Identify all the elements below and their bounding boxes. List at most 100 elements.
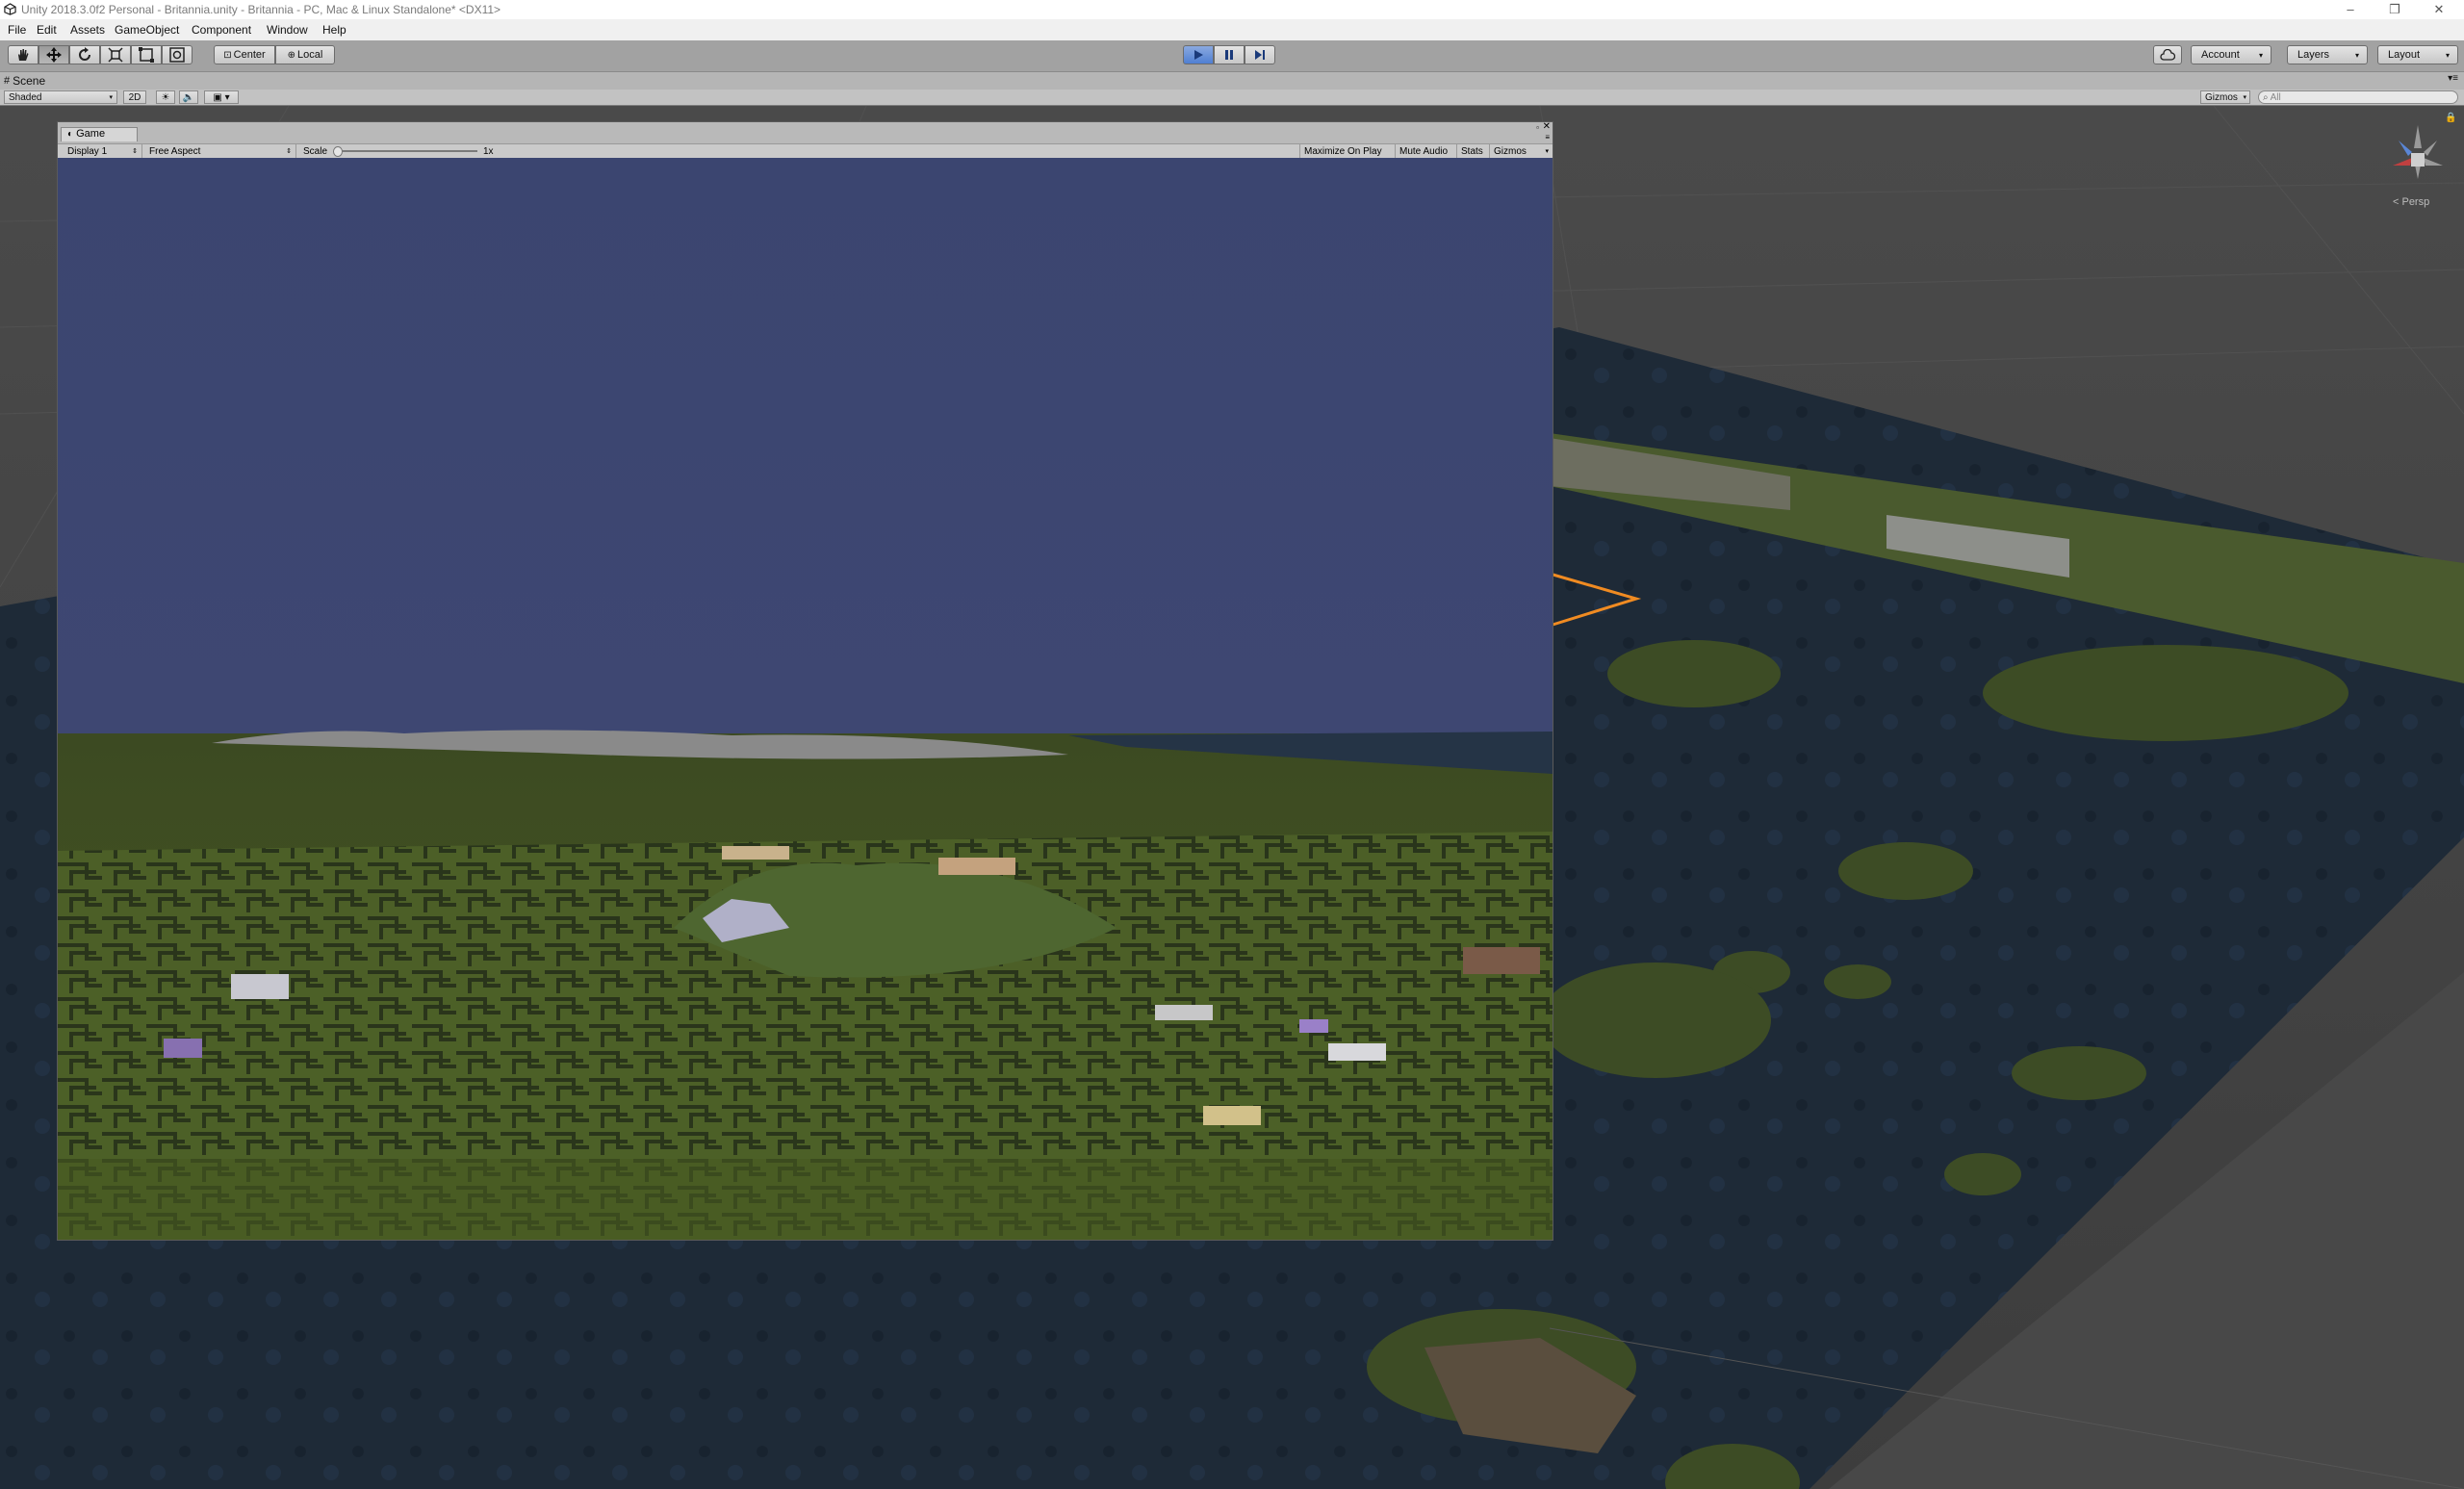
dropdown-arrow-icon: ▾ [1545,148,1549,155]
window-title: Unity 2018.3.0f2 Personal - Britannia.un… [21,3,501,16]
maximize-icon[interactable]: ▫ [1536,123,1539,132]
layout-label: Layout [2388,49,2421,61]
layers-label: Layers [2297,49,2330,61]
globe-icon: ⊕ [287,49,296,61]
stats-label: Stats [1461,145,1483,157]
menu-file[interactable]: File [8,23,26,37]
hand-tool-button[interactable] [8,45,38,64]
unity-logo-icon [4,3,16,15]
menu-bar: File Edit Assets GameObject Component Wi… [0,19,2464,40]
tab-menu-icon[interactable]: ▾≡ [2448,73,2458,84]
dropdown-arrow-icon: ▾ [2243,94,2246,101]
mute-audio-label: Mute Audio [1399,145,1449,157]
account-label: Account [2201,49,2240,61]
lock-icon[interactable]: 🔒 [2445,113,2456,123]
game-render [58,158,1553,1240]
shading-mode-label: Shaded [9,91,42,103]
mute-audio-toggle[interactable]: Mute Audio [1396,144,1457,158]
tab-game[interactable]: ◐ Game [61,127,138,141]
axis-gizmo-icon [2393,125,2443,179]
scale-label: Scale [303,145,328,157]
game-gizmos-label: Gizmos [1494,145,1527,157]
dropdown-arrow-icon: ▾ [2258,50,2263,60]
play-button[interactable] [1183,45,1214,64]
scale-value: 1x [483,145,494,157]
scene-search-input[interactable]: ⌕ All [2258,90,2458,104]
pivot-icon: ⊡ [223,49,232,61]
scene-toolbar: Shaded ▾ 2D ☀ 🔈 ▣ ▾ Gizmos ▾ ⌕ All [0,90,2464,106]
maximize-on-play-label: Maximize On Play [1304,145,1382,157]
transform-tool-button[interactable] [162,45,192,64]
dropdown-arrow-icon: ⇕ [286,148,292,155]
pivot-local-toggle[interactable]: ⊕ Local [275,45,335,64]
hand-tool-icon [18,49,29,61]
shading-mode-dropdown[interactable]: Shaded ▾ [4,90,117,104]
scale-slider[interactable] [335,150,477,152]
2d-label: 2D [128,91,141,103]
2d-toggle[interactable]: 2D [123,90,146,104]
move-tool-icon [46,47,62,63]
minimize-button[interactable]: – [2329,0,2372,19]
audio-toggle[interactable]: 🔈 [179,90,198,104]
sun-icon: ☀ [161,91,170,103]
rotate-tool-button[interactable] [69,45,100,64]
game-controller-icon: ◐ [67,129,74,140]
game-window: ◐ Game ▫ ✕ ≡ Display 1 ⇕ Free Aspect ⇕ S… [57,121,1553,1241]
space-label: Local [297,49,323,61]
scale-control: Scale 1x [296,144,494,158]
image-icon: ▣ ▾ [213,91,230,103]
tab-menu-icon[interactable]: ≡ [1545,133,1550,141]
transform-tool-icon [169,47,185,63]
menu-help[interactable]: Help [322,23,346,37]
menu-component[interactable]: Component [192,23,251,37]
projection-label[interactable]: < Persp [2393,196,2429,208]
gizmos-label: Gizmos [2205,91,2238,103]
scale-tool-button[interactable] [100,45,131,64]
maximize-on-play-toggle[interactable]: Maximize On Play [1299,144,1396,158]
move-tool-button[interactable] [38,45,69,64]
search-icon: ⌕ [2263,91,2269,103]
pause-button[interactable] [1214,45,1245,64]
rotate-tool-icon [79,47,90,61]
display-label: Display 1 [67,145,108,157]
game-tab-label: Game [76,128,106,140]
tab-scene[interactable]: # Scene [4,72,45,90]
game-viewport[interactable] [58,158,1553,1240]
aspect-label: Free Aspect [149,145,201,157]
menu-gameobject[interactable]: GameObject [115,23,179,37]
effects-dropdown[interactable]: ▣ ▾ [204,90,239,104]
title-bar: Unity 2018.3.0f2 Personal - Britannia.un… [0,0,2464,19]
close-window-icon[interactable]: ✕ [1543,121,1551,132]
restore-button[interactable]: ❐ [2374,0,2416,19]
account-dropdown[interactable]: Account ▾ [2191,45,2272,64]
display-dropdown[interactable]: Display 1 ⇕ [58,144,142,158]
menu-edit[interactable]: Edit [37,23,57,37]
layout-dropdown[interactable]: Layout ▾ [2377,45,2458,64]
step-button[interactable] [1245,45,1275,64]
lighting-toggle[interactable]: ☀ [156,90,175,104]
scene-gizmos-dropdown[interactable]: Gizmos ▾ [2200,90,2250,104]
sky [58,158,1553,735]
layers-dropdown[interactable]: Layers ▾ [2287,45,2368,64]
close-button[interactable]: ✕ [2418,0,2460,19]
search-placeholder: All [2270,91,2281,103]
collab-button[interactable] [2153,45,2182,64]
rect-tool-icon [139,47,154,63]
stats-toggle[interactable]: Stats [1457,144,1490,158]
scene-orientation-gizmo[interactable] [2379,121,2456,198]
step-icon [1255,50,1265,60]
pause-icon [1225,50,1233,60]
rect-tool-button[interactable] [131,45,162,64]
dropdown-arrow-icon: ▾ [2354,50,2359,60]
pivot-label: Center [233,49,266,61]
game-gizmos-dropdown[interactable]: Gizmos ▾ [1490,144,1553,158]
scale-slider-thumb[interactable] [333,146,343,157]
menu-window[interactable]: Window [267,23,308,37]
dropdown-arrow-icon: ▾ [2445,50,2450,60]
aspect-dropdown[interactable]: Free Aspect ⇕ [142,144,296,158]
menu-assets[interactable]: Assets [70,23,105,37]
grid-icon: # [4,75,11,87]
scene-tab-label: Scene [13,74,46,88]
dropdown-arrow-icon: ▾ [109,94,113,101]
pivot-center-toggle[interactable]: ⊡ Center [214,45,275,64]
